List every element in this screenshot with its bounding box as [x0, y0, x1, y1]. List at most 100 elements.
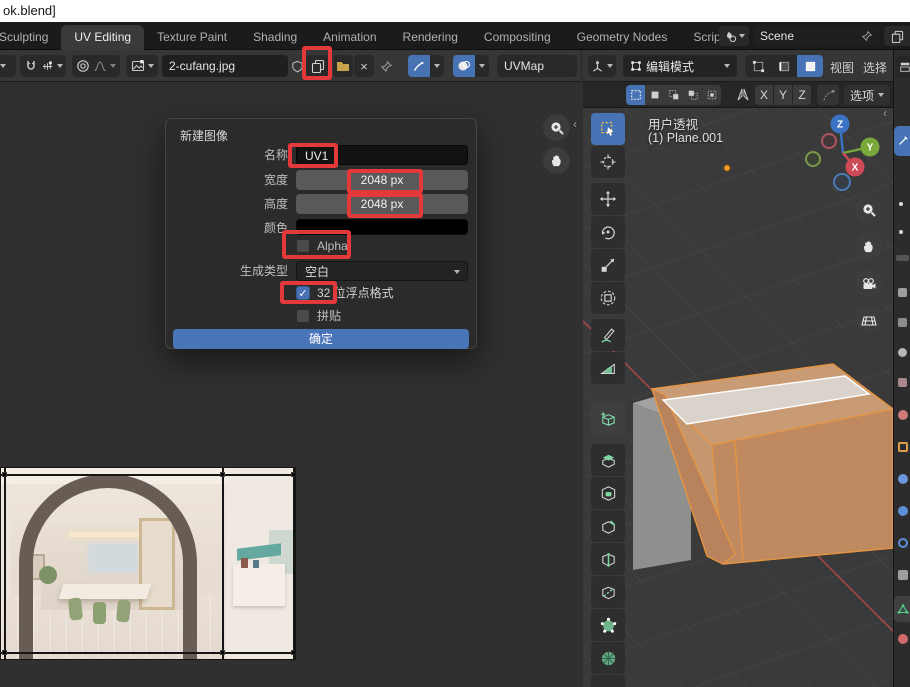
tool-move[interactable]	[591, 183, 625, 215]
props-tab-scene[interactable]	[898, 378, 907, 387]
overlays-toggle[interactable]	[453, 55, 475, 77]
tool-loop-cut[interactable]	[591, 543, 625, 575]
scene-browse-button[interactable]	[719, 26, 749, 46]
ok-button[interactable]: 确定	[173, 329, 469, 349]
tool-spin[interactable]	[591, 642, 625, 674]
select-mode-vertex[interactable]	[745, 55, 771, 77]
menu-select[interactable]: 选择	[863, 59, 887, 76]
props-tab-particles[interactable]	[898, 506, 908, 516]
props-tab-constraints[interactable]	[898, 570, 908, 580]
select-mode-edge[interactable]	[771, 55, 797, 77]
props-tab-render[interactable]	[898, 288, 907, 297]
gizmos-toggle[interactable]	[408, 55, 430, 77]
tool-scale[interactable]	[591, 249, 625, 281]
vp-sidebar-collapse[interactable]: ‹	[883, 106, 887, 120]
uv-edge[interactable]	[1, 474, 296, 476]
unlink-image-button[interactable]: ×	[354, 55, 374, 77]
tool-measure[interactable]	[591, 352, 625, 384]
tool-bevel[interactable]	[591, 510, 625, 542]
uv-vertex[interactable]	[2, 472, 7, 477]
vp-camera-button[interactable]	[855, 270, 882, 297]
uv-edge[interactable]	[293, 468, 295, 660]
tab-shading[interactable]: Shading	[240, 25, 310, 50]
generated-type-dropdown[interactable]: 空白	[296, 261, 468, 281]
tool-extrude[interactable]	[591, 444, 625, 476]
uv-edge[interactable]	[4, 468, 6, 660]
uv-sidebar-collapse[interactable]: ‹	[573, 117, 577, 131]
navigation-gizmo[interactable]: Z Y X	[805, 110, 895, 195]
tab-rendering[interactable]: Rendering	[390, 25, 471, 50]
vp-pan-button[interactable]	[855, 233, 882, 260]
mirror-y-button[interactable]: Y	[774, 85, 792, 105]
tab-geometry-nodes[interactable]: Geometry Nodes	[564, 25, 681, 50]
uv-vertex[interactable]	[291, 472, 296, 477]
tool-annotate[interactable]	[591, 319, 625, 351]
new-scene-button[interactable]	[884, 26, 910, 46]
uv-vertex[interactable]	[2, 650, 7, 655]
tab-compositing[interactable]: Compositing	[471, 25, 564, 50]
mode-selector[interactable]: 编辑模式	[623, 55, 737, 77]
tab-uv-editing[interactable]: UV Editing	[61, 25, 144, 50]
uv-image[interactable]	[0, 467, 296, 660]
gizmo-neg-z[interactable]	[834, 174, 850, 190]
uv-vertex[interactable]	[220, 472, 225, 477]
props-tab-viewlayer[interactable]	[898, 348, 907, 357]
vp-zoom-button[interactable]	[855, 196, 882, 223]
uv-zoom-button[interactable]	[543, 114, 570, 141]
properties-editor-type-button[interactable]	[896, 56, 910, 78]
props-tab-world[interactable]	[898, 410, 908, 420]
tool-smooth[interactable]	[591, 675, 625, 687]
scene-name-field[interactable]: Scene	[753, 26, 880, 46]
snap-group[interactable]	[20, 55, 66, 77]
select-tool-intersect[interactable]	[702, 85, 721, 105]
pin-icon[interactable]	[861, 30, 873, 42]
options-dropdown[interactable]: 选项	[844, 85, 890, 105]
mirror-z-button[interactable]: Z	[793, 85, 811, 105]
editor-type-button-uv[interactable]	[0, 55, 16, 77]
gizmo-neg-x[interactable]	[822, 134, 836, 148]
select-tool-tweak[interactable]	[626, 85, 645, 105]
tool-rotate[interactable]	[591, 216, 625, 248]
select-mode-face[interactable]	[797, 55, 823, 77]
editor-type-button-3d[interactable]	[588, 55, 616, 77]
tab-texture-paint[interactable]: Texture Paint	[144, 25, 240, 50]
menu-view[interactable]: 视图	[830, 59, 854, 76]
tool-add-cube[interactable]	[591, 403, 625, 435]
uv-vertex[interactable]	[220, 650, 225, 655]
tool-poly-build[interactable]	[591, 609, 625, 641]
mirror-x-button[interactable]: X	[755, 85, 773, 105]
gizmo-neg-y[interactable]	[806, 152, 820, 166]
props-tab-tool[interactable]	[894, 126, 910, 156]
uv-edge[interactable]	[222, 468, 224, 660]
uv-edge[interactable]	[1, 652, 296, 654]
select-tool-box[interactable]	[645, 85, 664, 105]
props-slider[interactable]	[896, 255, 909, 261]
tab-sculpting[interactable]: Sculpting	[0, 25, 61, 50]
tiled-checkbox[interactable]	[296, 309, 310, 323]
props-tab-data-active[interactable]	[894, 596, 910, 622]
uv-map-selector[interactable]: UVMap	[497, 55, 577, 77]
open-image-button[interactable]	[333, 55, 353, 77]
tool-select-box[interactable]	[591, 113, 625, 145]
props-tab-modifiers[interactable]	[898, 474, 908, 484]
uv-pan-button[interactable]	[543, 147, 570, 174]
overlays-dropdown[interactable]	[475, 55, 489, 77]
props-tab-physics[interactable]	[898, 538, 908, 548]
props-tab-object[interactable]	[898, 442, 908, 452]
image-browse-button[interactable]	[126, 55, 158, 77]
tool-inset[interactable]	[591, 477, 625, 509]
tool-cursor[interactable]	[591, 146, 625, 178]
gizmos-dropdown[interactable]	[430, 55, 444, 77]
pin-toggle-button[interactable]	[378, 55, 394, 77]
proportional-edit-group[interactable]	[72, 55, 120, 77]
tool-transform[interactable]	[591, 282, 625, 314]
image-name-field[interactable]: 2-cufang.jpg	[162, 55, 288, 77]
uv-vertex[interactable]	[291, 650, 296, 655]
props-tab-material[interactable]	[898, 634, 908, 644]
select-tool-subtract[interactable]	[683, 85, 702, 105]
vp-ortho-button[interactable]	[855, 306, 882, 333]
select-tool-extend[interactable]	[664, 85, 683, 105]
tool-knife[interactable]	[591, 576, 625, 608]
proportional-snap-button[interactable]	[817, 85, 839, 105]
props-tab-output[interactable]	[898, 318, 907, 327]
